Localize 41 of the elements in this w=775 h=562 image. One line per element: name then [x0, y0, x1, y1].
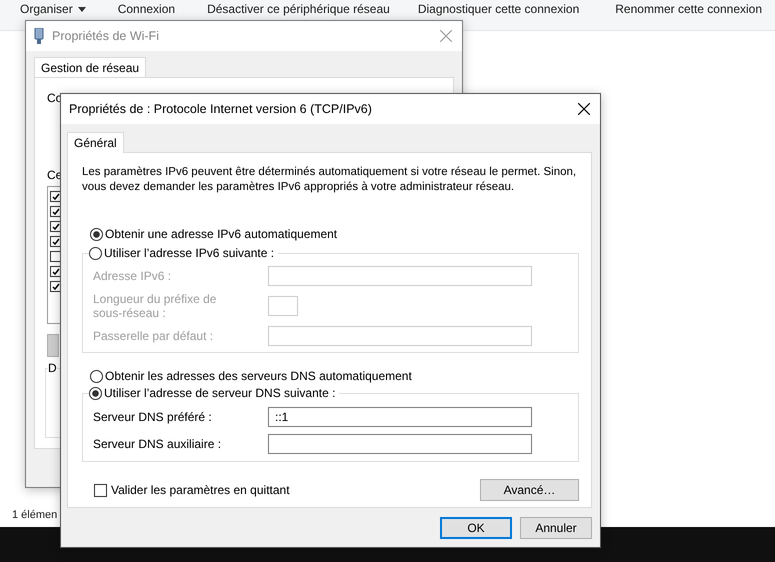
radio-option[interactable]: Obtenir une adresse IPv6 automatiquement: [90, 227, 579, 241]
field-label: Serveur DNS auxiliaire :: [93, 437, 222, 451]
dialog-button[interactable]: OK: [440, 517, 512, 539]
radio-option[interactable]: Obtenir les adresses des serveurs DNS automatiquement: [90, 369, 579, 383]
radio-button[interactable]: [90, 370, 103, 382]
radio-button[interactable]: [89, 246, 102, 260]
input-field[interactable]: [268, 434, 532, 454]
window-title: Propriétés de : Protocole Internet version 6 (TCP/IPv6): [69, 102, 373, 116]
radio-button[interactable]: [89, 386, 102, 400]
window-title: Propriétés de Wi-Fi: [52, 29, 160, 43]
tab[interactable]: Gestion de réseau: [34, 57, 146, 78]
toolbar-button[interactable]: Organiser: [20, 2, 86, 16]
radio-button[interactable]: [90, 228, 103, 240]
input-field[interactable]: ::1: [268, 407, 532, 427]
network-adapter-icon: [34, 28, 44, 44]
toolbar-button[interactable]: Diagnostiquer cette connexion: [418, 2, 580, 16]
checkbox[interactable]: [50, 236, 61, 247]
dialog-button[interactable]: Annuler: [520, 517, 592, 539]
checkbox[interactable]: [50, 221, 61, 232]
description-text: Les paramètres IPv6 peuvent être déterminés automatiquement si votre réseau le permet. Sinon, vous devez demander les paramètres IPv6 appropriés à votre administrateur réseau.: [82, 165, 578, 195]
group-label: D: [48, 361, 57, 375]
checkbox[interactable]: [50, 206, 61, 217]
checkbox[interactable]: [50, 281, 61, 292]
toolbar-button[interactable]: Renommer cette connexion: [615, 2, 762, 16]
toolbar-button[interactable]: Désactiver ce périphérique réseau: [207, 2, 390, 16]
checkbox[interactable]: [50, 191, 61, 202]
radio-label: Obtenir les adresses des serveurs DNS automatiquement: [105, 369, 412, 383]
radio-label: Obtenir une adresse IPv6 automatiquement: [105, 227, 338, 241]
advanced-button[interactable]: Avancé…: [480, 479, 579, 501]
close-icon[interactable]: [578, 103, 590, 115]
field-label: Adresse IPv6 :: [93, 269, 172, 283]
field-label: Passerelle par défaut :: [93, 329, 214, 343]
checkbox[interactable]: [50, 266, 61, 277]
status-bar-text: 1 élémen: [12, 509, 58, 521]
checkbox[interactable]: [50, 251, 61, 262]
caret-icon: [78, 6, 86, 12]
field-label: Serveur DNS préféré :: [93, 410, 213, 424]
toolbar-button[interactable]: Connexion: [118, 2, 176, 16]
checkbox[interactable]: [94, 484, 107, 496]
field-label: Longueur du préfixe de sous-réseau :: [93, 292, 218, 320]
tab[interactable]: Général: [67, 132, 124, 153]
